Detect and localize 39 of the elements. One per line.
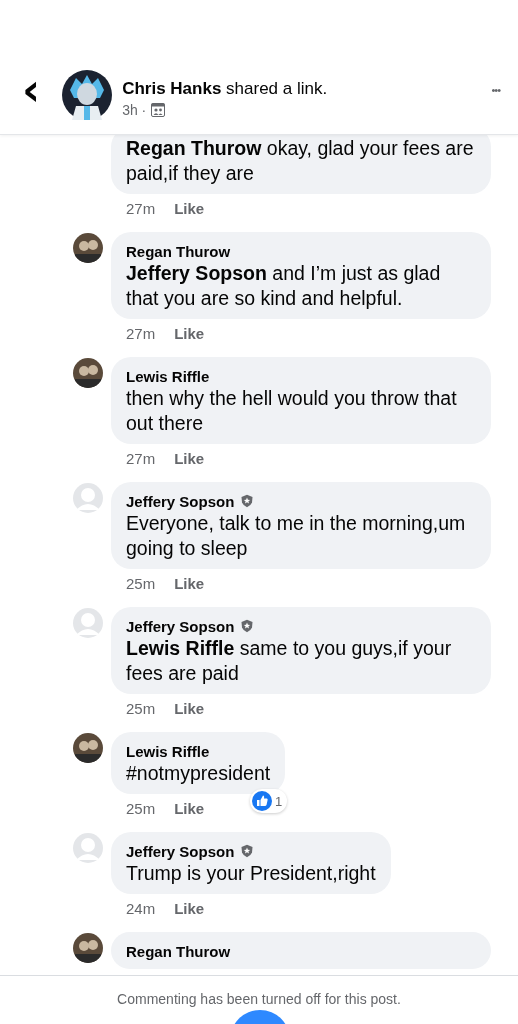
comment-text: Trump is your President,right	[126, 861, 376, 886]
comment-author[interactable]: Regan Thurow	[126, 242, 231, 260]
like-link[interactable]: Like	[174, 800, 205, 817]
like-link[interactable]: Like	[174, 700, 205, 717]
comment-text: Everyone, talk to me in the morning,um going to sleep	[126, 511, 467, 561]
comment-author[interactable]: Jeffery Sopson	[126, 842, 235, 860]
comment-time: 25m	[126, 800, 156, 817]
shield-icon	[240, 619, 255, 633]
comments-off-notice: Commenting has been turned off for this post.	[117, 991, 401, 1007]
comment-author[interactable]: Lewis Riffle	[126, 742, 210, 760]
comment-time: 27m	[126, 325, 156, 342]
like-reaction-icon	[251, 791, 272, 811]
comment-text: then why the hell would you throw that out there	[126, 386, 458, 436]
group-icon	[151, 103, 166, 117]
comment-text: Lewis Riffle same to you guys,if your fees are paid	[126, 636, 453, 686]
comment-text: Jeffery Sopson and I’m just as glad that you are so kind and helpful.	[126, 261, 442, 311]
post-title: Chris Hanks shared a link.	[122, 79, 329, 99]
comment-time: 27m	[126, 200, 156, 217]
like-link[interactable]: Like	[174, 200, 205, 217]
more-options-button[interactable]: •••	[491, 84, 500, 96]
comment-time: 24m	[126, 900, 156, 917]
comment-author[interactable]: Jeffery Sopson	[126, 492, 235, 510]
shield-icon	[240, 844, 255, 858]
comment-time: 25m	[126, 700, 156, 717]
comment-time: 27m	[126, 450, 156, 467]
like-link[interactable]: Like	[174, 325, 205, 342]
like-link[interactable]: Like	[174, 575, 205, 592]
comment-text: Regan Thurow okay, glad your fees are paid,if they are	[126, 136, 475, 186]
comment-text: #notmypresident	[126, 761, 271, 786]
comment-author[interactable]: Jeffery Sopson	[126, 617, 235, 635]
post-time: 3h ·	[122, 102, 147, 118]
like-link[interactable]: Like	[174, 900, 205, 917]
comment-author[interactable]: Regan Thurow	[126, 942, 231, 960]
comment-author[interactable]: Lewis Riffle	[126, 367, 210, 385]
like-link[interactable]: Like	[174, 450, 205, 467]
shield-icon	[240, 494, 255, 508]
comment-time: 25m	[126, 575, 156, 592]
reaction-count[interactable]: 1	[249, 789, 288, 813]
back-button[interactable]: ‹	[18, 72, 45, 108]
